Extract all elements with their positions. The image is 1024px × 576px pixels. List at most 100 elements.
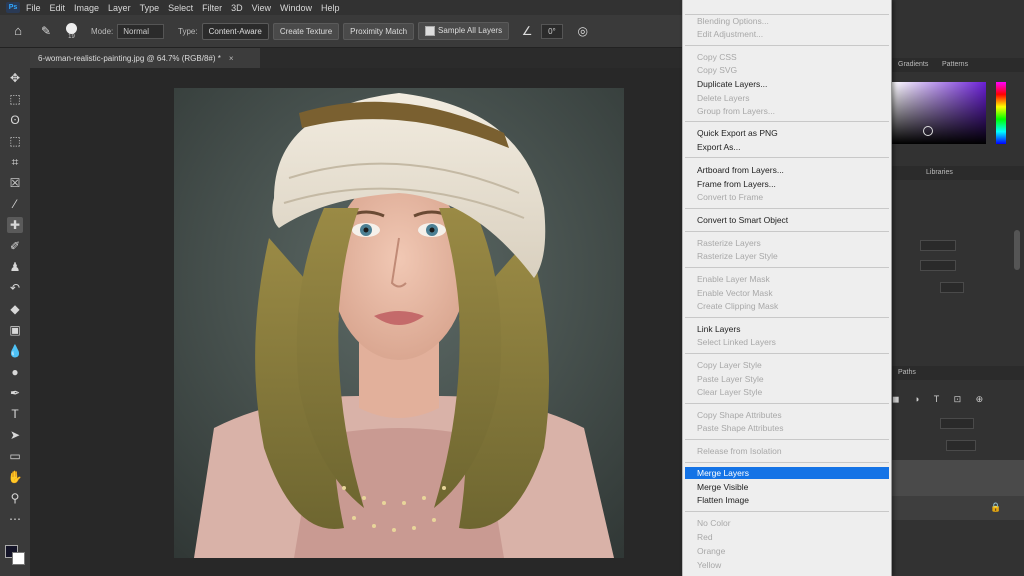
menu-item-yellow[interactable]: Yellow bbox=[697, 559, 721, 571]
tab-libraries[interactable]: Libraries bbox=[926, 169, 953, 176]
menu-item-clear-layer-style[interactable]: Clear Layer Style bbox=[697, 386, 762, 398]
history-brush-tool-icon[interactable]: ↶ bbox=[7, 280, 23, 296]
menu-item-convert-to-smart-object[interactable]: Convert to Smart Object bbox=[697, 214, 788, 226]
menu-item-export-as[interactable]: Export As... bbox=[697, 141, 740, 153]
rectangle-tool-icon[interactable]: ▭ bbox=[7, 448, 23, 464]
menu-item-paste-layer-style[interactable]: Paste Layer Style bbox=[697, 373, 764, 385]
eyedropper-tool-icon[interactable]: ⁄ bbox=[7, 196, 23, 212]
menu-item-rasterize-layers[interactable]: Rasterize Layers bbox=[697, 237, 761, 249]
pressure-size-icon[interactable]: ◎ bbox=[575, 23, 591, 39]
frame-tool-icon[interactable]: ☒ bbox=[7, 175, 23, 191]
menu-item-copy-svg[interactable]: Copy SVG bbox=[697, 64, 737, 76]
menu-image[interactable]: Image bbox=[74, 3, 99, 13]
hue-slider[interactable] bbox=[996, 82, 1006, 144]
eraser-tool-icon[interactable]: ◆ bbox=[7, 301, 23, 317]
spot-healing-brush-icon[interactable]: ✎ bbox=[38, 23, 54, 39]
menu-item-paste-shape-attributes[interactable]: Paste Shape Attributes bbox=[697, 422, 783, 434]
move-tool-icon[interactable]: ✥ bbox=[7, 70, 23, 86]
gradient-tool-icon[interactable]: ▣ bbox=[7, 322, 23, 338]
menu-item-enable-vector-mask[interactable]: Enable Vector Mask bbox=[697, 287, 773, 299]
menu-item-quick-export-png[interactable]: Quick Export as PNG bbox=[697, 127, 778, 139]
menu-item-merge-visible[interactable]: Merge Visible bbox=[697, 481, 748, 493]
menu-item-duplicate-layers[interactable]: Duplicate Layers... bbox=[697, 78, 767, 90]
menu-item-convert-to-frame[interactable]: Convert to Frame bbox=[697, 191, 763, 203]
path-selection-tool-icon[interactable]: ➤ bbox=[7, 427, 23, 443]
menu-item-enable-layer-mask[interactable]: Enable Layer Mask bbox=[697, 273, 770, 285]
menu-item-rasterize-layer-style[interactable]: Rasterize Layer Style bbox=[697, 250, 778, 262]
menu-file[interactable]: File bbox=[26, 3, 41, 13]
menu-item-release-from-isolation[interactable]: Release from Isolation bbox=[697, 445, 782, 457]
hand-tool-icon[interactable]: ✋ bbox=[7, 469, 23, 485]
menu-item-blending-options[interactable]: Blending Options... bbox=[697, 15, 769, 27]
menu-layer[interactable]: Layer bbox=[108, 3, 131, 13]
menu-select[interactable]: Select bbox=[168, 3, 193, 13]
menu-item-edit-adjustment[interactable]: Edit Adjustment... bbox=[697, 28, 763, 40]
zoom-tool-icon[interactable]: ⚲ bbox=[7, 490, 23, 506]
menu-window[interactable]: Window bbox=[280, 3, 312, 13]
type-label: Type: bbox=[178, 26, 198, 36]
document-tab[interactable]: 6-woman-realistic-painting.jpg @ 64.7% (… bbox=[30, 48, 260, 68]
menu-type[interactable]: Type bbox=[140, 3, 160, 13]
opacity-field[interactable] bbox=[940, 418, 974, 429]
menu-item-copy-shape-attributes[interactable]: Copy Shape Attributes bbox=[697, 409, 782, 421]
background-color-swatch[interactable] bbox=[12, 552, 25, 565]
brush-preset-picker[interactable]: 19 bbox=[66, 22, 77, 40]
menu-view[interactable]: View bbox=[252, 3, 271, 13]
menu-item-create-clipping-mask[interactable]: Create Clipping Mask bbox=[697, 300, 778, 312]
menu-item-link-layers[interactable]: Link Layers bbox=[697, 323, 740, 335]
clone-stamp-tool-icon[interactable]: ♟ bbox=[7, 259, 23, 275]
menu-item-artboard-from-layers[interactable]: Artboard from Layers... bbox=[697, 164, 784, 176]
crop-tool-icon[interactable]: ⌗ bbox=[7, 154, 23, 170]
menu-item-flatten-image[interactable]: Flatten Image bbox=[697, 494, 749, 506]
menu-3d[interactable]: 3D bbox=[231, 3, 243, 13]
blur-tool-icon[interactable]: 💧 bbox=[7, 343, 23, 359]
color-picker-field[interactable] bbox=[892, 82, 986, 144]
angle-input[interactable]: 0° bbox=[541, 23, 563, 39]
content-aware-button[interactable]: Content-Aware bbox=[201, 22, 269, 40]
marquee-tool-icon[interactable]: ⬚ bbox=[7, 91, 23, 107]
menu-item-red[interactable]: Red bbox=[697, 531, 713, 543]
tab-gradients[interactable]: Gradients bbox=[898, 61, 928, 68]
sample-all-layers-checkbox[interactable]: Sample All Layers bbox=[418, 22, 510, 40]
mode-select[interactable]: Normal bbox=[117, 23, 165, 39]
menu-item-orange[interactable]: Orange bbox=[697, 545, 725, 557]
fill-field[interactable] bbox=[946, 440, 976, 451]
canvas-image[interactable] bbox=[174, 88, 624, 558]
dodge-tool-icon[interactable]: ● bbox=[7, 364, 23, 380]
tab-patterns[interactable]: Patterns bbox=[942, 61, 968, 68]
menu-edit[interactable]: Edit bbox=[50, 3, 66, 13]
menu-item-select-linked-layers[interactable]: Select Linked Layers bbox=[697, 336, 776, 348]
menu-item-copy-css[interactable]: Copy CSS bbox=[697, 51, 737, 63]
home-icon[interactable]: ⌂ bbox=[10, 23, 26, 39]
menu-help[interactable]: Help bbox=[321, 3, 340, 13]
brush-tool-icon[interactable]: ✐ bbox=[7, 238, 23, 254]
pen-tool-icon[interactable]: ✒ bbox=[7, 385, 23, 401]
color-picker-cursor-icon[interactable] bbox=[923, 126, 933, 136]
menu-item-copy-layer-style[interactable]: Copy Layer Style bbox=[697, 359, 762, 371]
object-selection-tool-icon[interactable]: ⬚ bbox=[7, 133, 23, 149]
layer-filter-icons[interactable]: ◼ ◑ T ⊡ ⊕ bbox=[892, 394, 989, 405]
lasso-tool-icon[interactable]: ʘ bbox=[7, 112, 23, 128]
menu-separator bbox=[685, 353, 889, 354]
menu-item-merge-layers[interactable]: Merge Layers bbox=[697, 467, 749, 479]
checkbox-checked-icon bbox=[425, 26, 436, 36]
menu-item-no-color[interactable]: No Color bbox=[697, 517, 731, 529]
type-tool-icon[interactable]: T bbox=[7, 406, 23, 422]
property-field-2[interactable] bbox=[920, 260, 956, 271]
lock-icon: 🔒 bbox=[990, 502, 1002, 512]
menu-item-delete-layers[interactable]: Delete Layers bbox=[697, 92, 749, 104]
create-texture-button[interactable]: Create Texture bbox=[272, 22, 340, 40]
menu-item-frame-from-layers[interactable]: Frame from Layers... bbox=[697, 178, 776, 190]
more-tools-icon[interactable]: ⋯ bbox=[7, 511, 23, 527]
proximity-match-button[interactable]: Proximity Match bbox=[343, 22, 415, 40]
close-icon[interactable]: × bbox=[229, 54, 234, 63]
layer-row-selected[interactable] bbox=[890, 460, 1024, 496]
properties-scrollbar[interactable] bbox=[1014, 230, 1020, 270]
property-field-1[interactable] bbox=[920, 240, 956, 251]
layer-row-background[interactable] bbox=[890, 496, 1024, 520]
property-field-3[interactable] bbox=[940, 282, 964, 293]
healing-brush-tool-icon[interactable]: ✚ bbox=[7, 217, 23, 233]
menu-filter[interactable]: Filter bbox=[202, 3, 222, 13]
tab-paths[interactable]: Paths bbox=[898, 369, 916, 376]
menu-item-group-from-layers[interactable]: Group from Layers... bbox=[697, 105, 775, 117]
